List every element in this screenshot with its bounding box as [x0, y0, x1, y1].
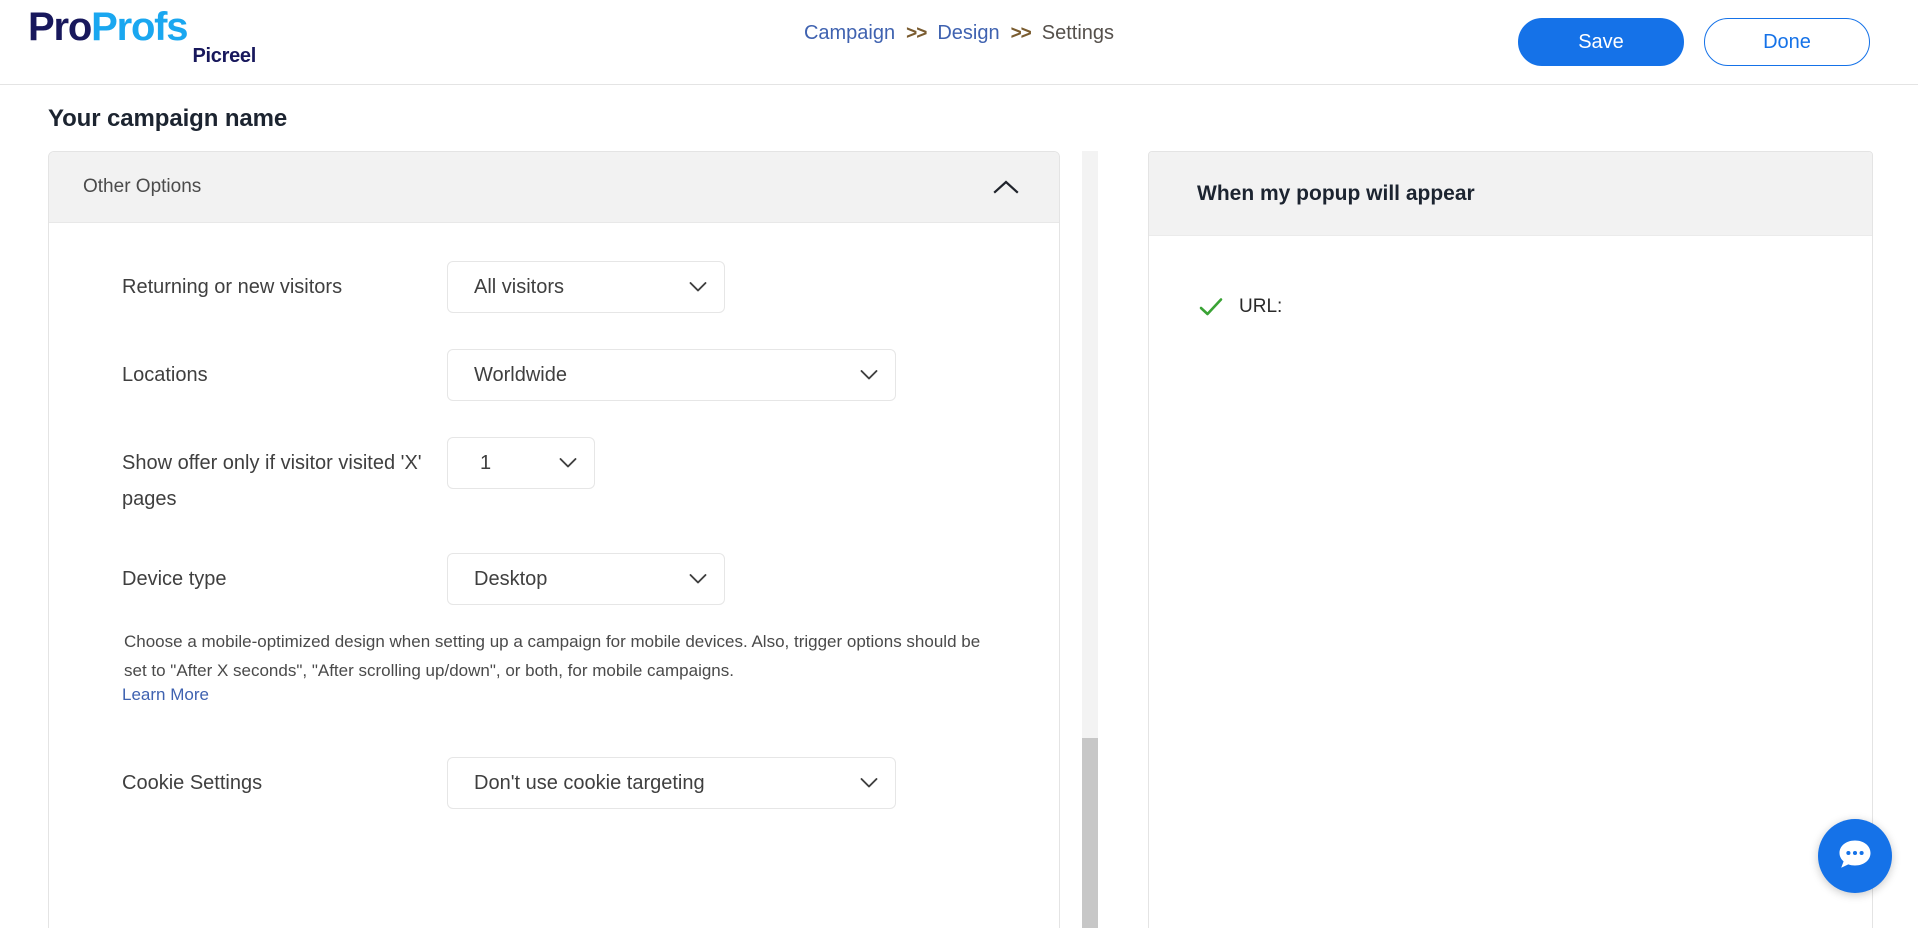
learn-more-link[interactable]: Learn More [122, 685, 209, 704]
cookie-settings-select[interactable]: Don't use cookie targeting [447, 757, 896, 809]
returning-visitors-select[interactable]: All visitors [447, 261, 725, 313]
top-bar: ProProfs Picreel Campaign >> Design >> S… [0, 0, 1918, 85]
page-body: Your campaign name Other Options Returni… [0, 85, 1918, 928]
proprofs-picreel-logo[interactable]: ProProfs Picreel [28, 6, 258, 76]
cookie-settings-select-wrap: Don't use cookie targeting [447, 757, 896, 809]
form-row-device-type: Device type Desktop [122, 553, 1019, 605]
chevron-up-icon[interactable] [989, 170, 1023, 204]
locations-select[interactable]: Worldwide [447, 349, 896, 401]
returning-visitors-select-wrap: All visitors [447, 261, 725, 313]
logo-wordmark: ProProfs [28, 6, 258, 48]
pages-visited-select[interactable]: 1 [447, 437, 595, 489]
page-title: Your campaign name [48, 105, 287, 133]
check-icon [1199, 297, 1223, 317]
form-row-returning-visitors: Returning or new visitors All visitors [122, 261, 1019, 313]
form-row-locations: Locations Worldwide [122, 349, 1019, 401]
save-button[interactable]: Save [1518, 18, 1684, 66]
done-button[interactable]: Done [1704, 18, 1870, 66]
settings-scrollbar-thumb[interactable] [1082, 738, 1098, 928]
other-options-body: Returning or new visitors All visitors L… [49, 223, 1059, 809]
popup-trigger-body: URL: [1149, 236, 1872, 318]
other-options-panel: Other Options Returning or new visitors … [48, 151, 1060, 928]
settings-scrollbar-track[interactable] [1082, 151, 1098, 928]
form-row-cookie-settings: Cookie Settings Don't use cookie targeti… [122, 757, 1019, 809]
popup-trigger-title: When my popup will appear [1197, 182, 1475, 206]
breadcrumb-item-settings: Settings [1042, 22, 1114, 45]
other-options-header[interactable]: Other Options [49, 152, 1059, 223]
trigger-label-url: URL: [1239, 296, 1282, 318]
device-type-select[interactable]: Desktop [447, 553, 725, 605]
form-row-pages-visited: Show offer only if visitor visited 'X' p… [122, 437, 1019, 517]
chat-widget-button[interactable] [1818, 819, 1892, 893]
pages-visited-select-wrap: 1 [447, 437, 595, 489]
breadcrumb-separator-2: >> [1011, 23, 1031, 45]
breadcrumb: Campaign >> Design >> Settings [804, 22, 1114, 45]
breadcrumb-separator-1: >> [906, 23, 926, 45]
logo-subtext-picreel: Picreel [28, 46, 258, 66]
device-type-help-block: Choose a mobile-optimized design when se… [122, 627, 1019, 705]
locations-select-wrap: Worldwide [447, 349, 896, 401]
chat-bubble-icon [1835, 835, 1875, 878]
label-pages-visited: Show offer only if visitor visited 'X' p… [122, 437, 447, 517]
breadcrumb-item-campaign[interactable]: Campaign [804, 22, 895, 45]
label-device-type: Device type [122, 553, 447, 597]
trigger-item-url: URL: [1199, 296, 1872, 318]
device-type-help-text: Choose a mobile-optimized design when se… [124, 627, 1004, 685]
label-returning-visitors: Returning or new visitors [122, 261, 447, 305]
top-bar-actions: Save Done [1518, 18, 1870, 66]
label-cookie-settings: Cookie Settings [122, 757, 447, 801]
other-options-title: Other Options [83, 176, 989, 198]
logo-text-profs: Profs [91, 5, 187, 49]
breadcrumb-item-design[interactable]: Design [937, 22, 999, 45]
popup-trigger-panel: When my popup will appear URL: [1148, 151, 1873, 928]
label-locations: Locations [122, 349, 447, 393]
device-type-select-wrap: Desktop [447, 553, 725, 605]
popup-trigger-header: When my popup will appear [1149, 152, 1872, 236]
logo-text-pro: Pro [28, 5, 91, 49]
